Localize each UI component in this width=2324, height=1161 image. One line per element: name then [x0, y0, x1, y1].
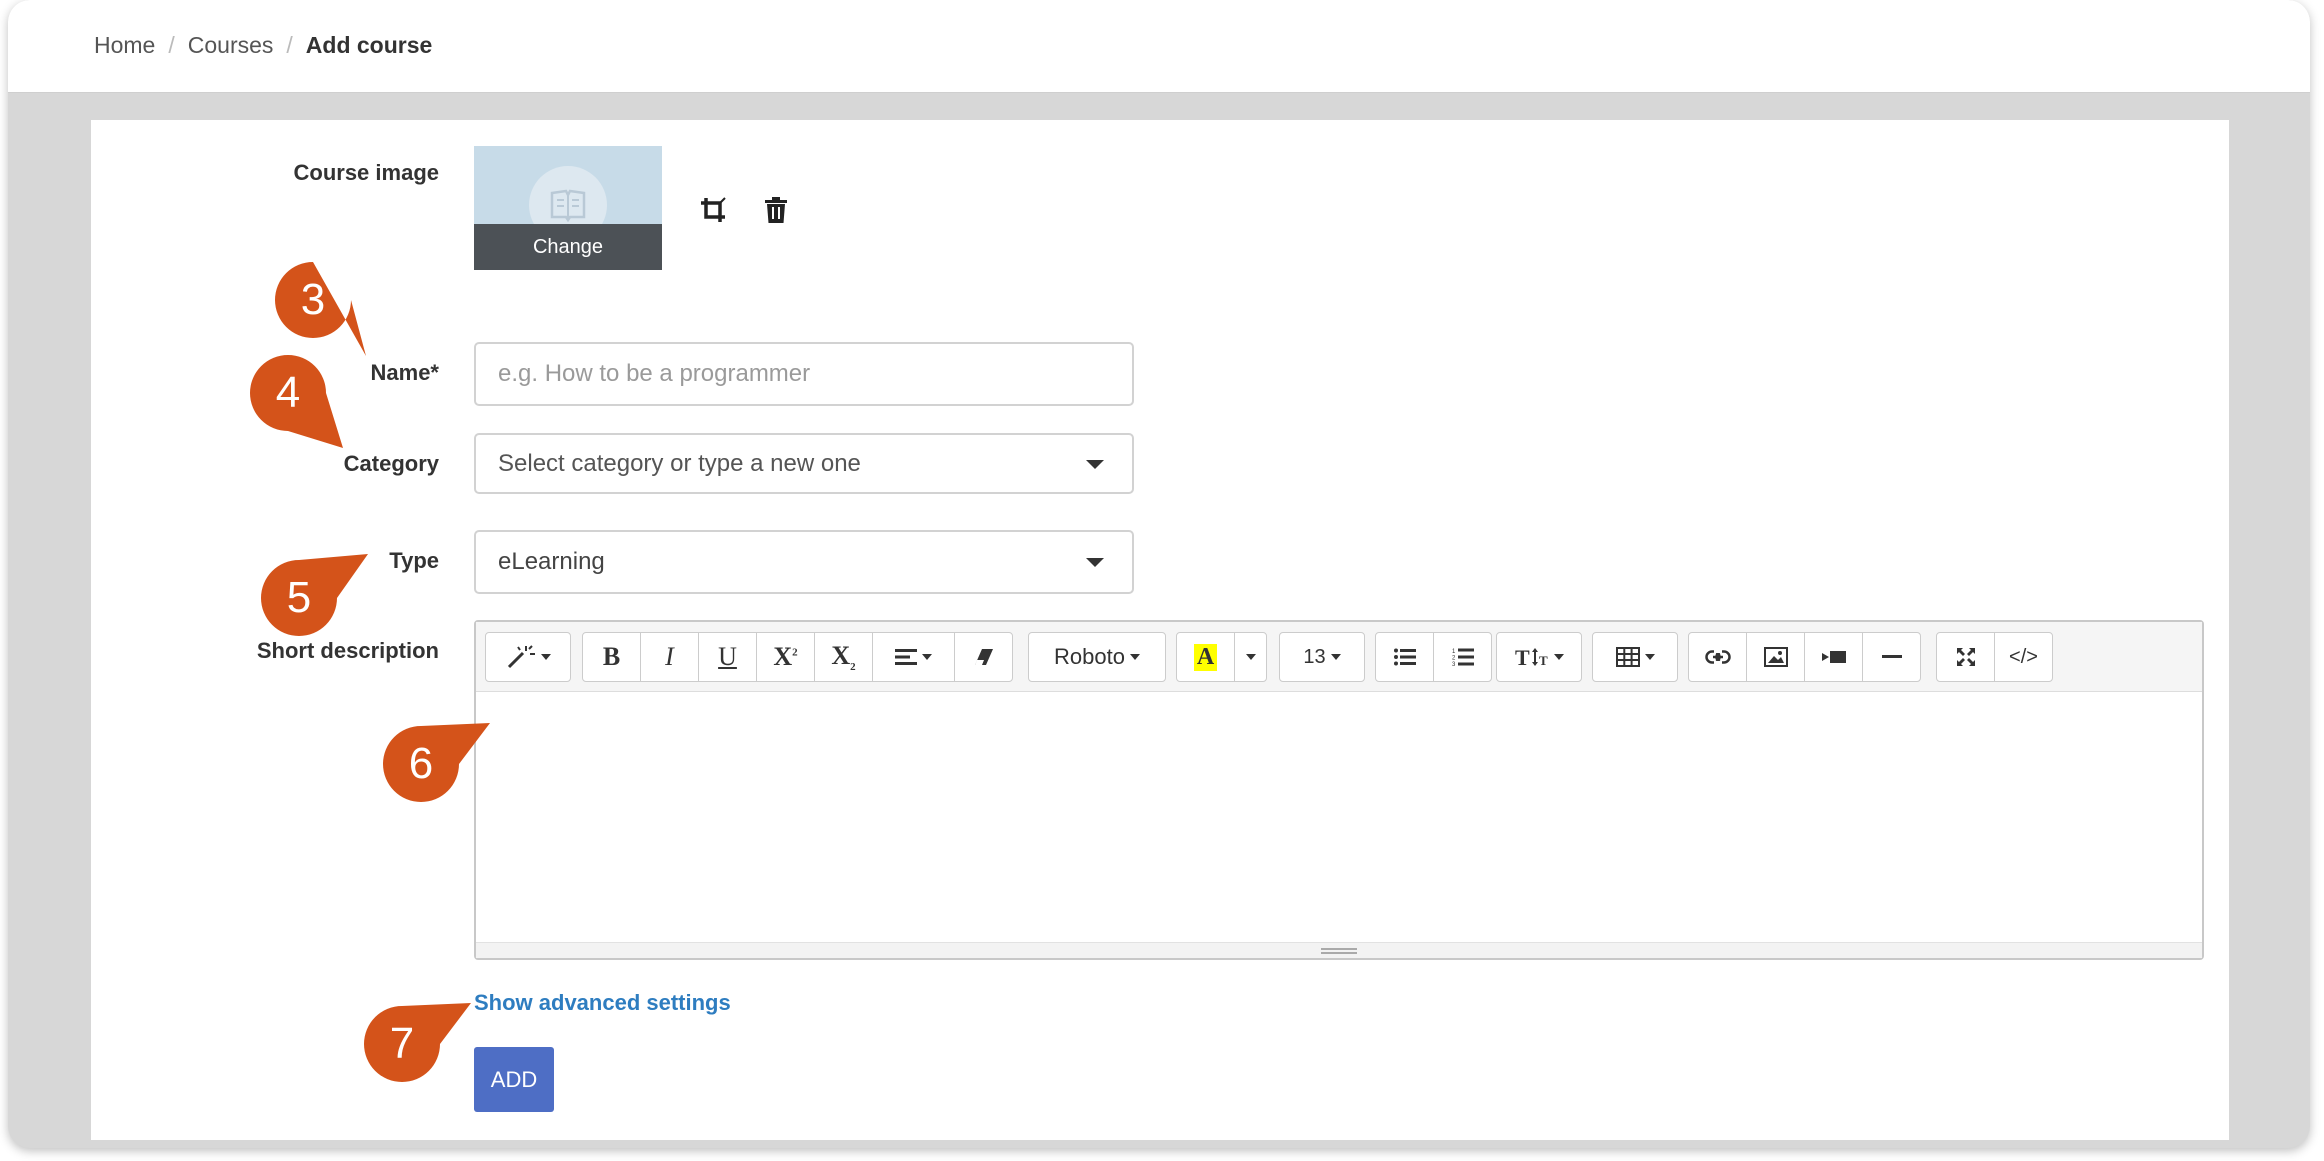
editor-toolbar: B I U X2 X2 Roboto A 13 1 2 3 T T </>: [476, 622, 2202, 692]
breadcrumb-home[interactable]: Home: [94, 32, 155, 59]
type-value: eLearning: [498, 548, 605, 575]
magic-style-button[interactable]: [485, 632, 571, 682]
add-button[interactable]: ADD: [474, 1047, 554, 1112]
name-input[interactable]: e.g. How to be a programmer: [474, 342, 1134, 406]
category-label: Category: [343, 451, 439, 476]
name-placeholder: e.g. How to be a programmer: [498, 360, 811, 387]
breadcrumb-separator: /: [168, 32, 175, 58]
breadcrumb-separator: /: [286, 32, 293, 58]
crop-icon[interactable]: [696, 193, 730, 227]
svg-text:2: 2: [1452, 656, 1456, 662]
highlight-icon: A: [1193, 643, 1218, 671]
superscript-icon: X2: [773, 642, 798, 671]
font-name-dropdown[interactable]: Roboto: [1028, 632, 1166, 682]
show-advanced-settings-link[interactable]: Show advanced settings: [474, 990, 731, 1016]
callout-marker-4: 4: [250, 355, 343, 448]
subscript-button[interactable]: X2: [814, 632, 873, 682]
bullet-list-icon: [1393, 648, 1416, 666]
name-label: Name*: [370, 360, 439, 385]
ordered-list-button[interactable]: 1 2 3: [1433, 632, 1492, 682]
rich-text-editor: B I U X2 X2 Roboto A 13 1 2 3 T T </>: [474, 620, 2204, 960]
table-dropdown[interactable]: [1592, 632, 1678, 682]
video-icon: [1821, 651, 1846, 663]
link-button[interactable]: [1688, 632, 1747, 682]
callout-marker-3: 3: [275, 262, 366, 356]
editor-resize-handle[interactable]: [476, 942, 2202, 958]
category-placeholder: Select category or type a new one: [498, 449, 861, 477]
link-icon: [1704, 650, 1731, 664]
change-image-button[interactable]: Change: [474, 224, 662, 270]
horizontal-rule-button[interactable]: [1862, 632, 1921, 682]
callout-marker-5: 5: [261, 554, 368, 636]
chevron-down-icon: [1245, 654, 1256, 660]
breadcrumb-courses[interactable]: Courses: [188, 32, 274, 59]
expand-icon: [1956, 648, 1975, 666]
course-image-upload[interactable]: Change: [474, 146, 662, 270]
short-description-label: Short description: [256, 638, 439, 663]
breadcrumb: Home / Courses / Add course: [94, 32, 432, 59]
callout-marker-6: 6: [383, 723, 490, 802]
italic-button[interactable]: I: [640, 632, 699, 682]
unordered-list-button[interactable]: [1375, 632, 1434, 682]
horizontal-rule-icon: [1881, 655, 1902, 658]
font-size-dropdown[interactable]: 13: [1279, 632, 1365, 682]
paragraph-align-button[interactable]: [872, 632, 955, 682]
chevron-down-icon: [1086, 558, 1104, 567]
align-left-icon: [895, 649, 917, 665]
callout-marker-7: 7: [364, 1003, 471, 1082]
line-height-dropdown[interactable]: T T: [1496, 632, 1582, 682]
grip-icon: [1321, 947, 1357, 954]
bold-button[interactable]: B: [582, 632, 641, 682]
magic-wand-icon: [507, 645, 535, 669]
breadcrumb-current: Add course: [305, 32, 433, 58]
type-select[interactable]: eLearning: [474, 530, 1134, 594]
description-editor-area[interactable]: [476, 693, 2202, 940]
image-icon: [1763, 647, 1788, 667]
table-icon: [1615, 647, 1640, 667]
code-view-button[interactable]: </>: [1994, 632, 2053, 682]
superscript-button[interactable]: X2: [756, 632, 815, 682]
image-button[interactable]: [1746, 632, 1805, 682]
line-height-icon: T T: [1515, 646, 1548, 668]
svg-text:T: T: [1515, 646, 1530, 668]
video-button[interactable]: [1804, 632, 1863, 682]
svg-text:T: T: [1539, 653, 1548, 668]
top-bar: Home / Courses / Add course: [8, 0, 2310, 93]
eraser-icon: [974, 649, 993, 665]
svg-text:3: 3: [1452, 662, 1456, 667]
numbered-list-icon: 1 2 3: [1452, 648, 1474, 667]
text-color-button[interactable]: A: [1176, 632, 1235, 682]
type-label: Type: [389, 548, 439, 573]
trash-icon[interactable]: [759, 193, 793, 227]
clear-format-button[interactable]: [954, 632, 1013, 682]
subscript-icon: X2: [831, 640, 856, 674]
fullscreen-button[interactable]: [1936, 632, 1995, 682]
svg-text:1: 1: [1452, 649, 1456, 655]
category-select[interactable]: Select category or type a new one: [474, 433, 1134, 494]
course-image-label: Course image: [293, 160, 440, 185]
underline-button[interactable]: U: [698, 632, 757, 682]
text-color-menu-button[interactable]: [1234, 632, 1267, 682]
add-course-form: Course image Change Name* e.g. How to be…: [91, 120, 2229, 1140]
chevron-down-icon: [1086, 459, 1104, 469]
